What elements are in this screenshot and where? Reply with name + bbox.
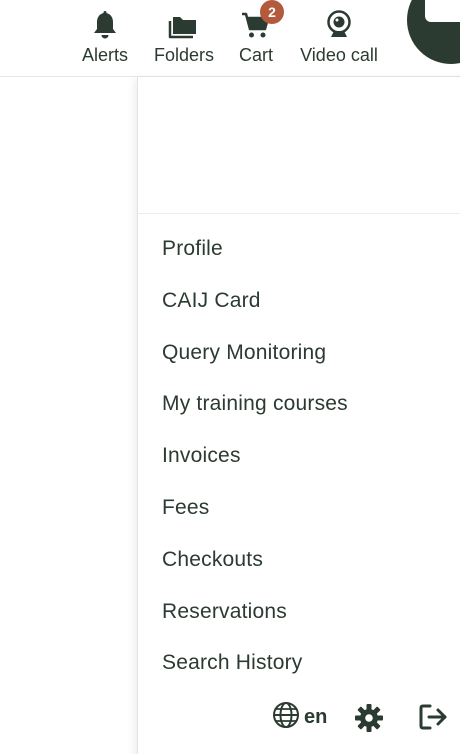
- dropdown-footer: en: [138, 695, 460, 735]
- nav-folders-label: Folders: [153, 45, 215, 65]
- gear-icon[interactable]: [354, 703, 384, 733]
- dropdown-header: [138, 77, 460, 214]
- top-header: Alerts Folders 2 Cart Video call: [0, 0, 460, 77]
- menu-item-checkouts[interactable]: Checkouts: [162, 532, 348, 584]
- nav-alerts[interactable]: Alerts: [80, 8, 130, 70]
- menu-item-reservations[interactable]: Reservations: [162, 584, 348, 636]
- menu-item-training-courses[interactable]: My training courses: [162, 376, 348, 428]
- nav-video-call-label: Video call: [300, 45, 378, 65]
- globe-icon: [272, 701, 300, 734]
- nav-alerts-label: Alerts: [81, 45, 128, 65]
- user-dropdown-menu: Profile CAIJ Card Query Monitoring My tr…: [137, 77, 460, 754]
- menu-item-fees[interactable]: Fees: [162, 480, 348, 532]
- language-code: en: [304, 705, 328, 728]
- avatar[interactable]: [407, 0, 460, 64]
- nav-video-call[interactable]: Video call: [296, 8, 382, 70]
- bell-icon: [89, 8, 121, 42]
- cart-count-badge: 2: [260, 0, 284, 24]
- avatar-highlight: [425, 0, 460, 22]
- logout-icon[interactable]: [418, 701, 450, 733]
- nav-folders[interactable]: Folders: [152, 8, 216, 70]
- webcam-icon: [323, 8, 355, 42]
- cart-icon: 2: [240, 0, 284, 42]
- folder-icon: [168, 8, 200, 42]
- menu-item-query-monitoring[interactable]: Query Monitoring: [162, 325, 348, 377]
- menu-item-profile[interactable]: Profile: [162, 221, 348, 273]
- language-switcher[interactable]: en: [272, 701, 328, 734]
- menu-item-invoices[interactable]: Invoices: [162, 428, 348, 480]
- nav-cart-label: Cart: [238, 45, 273, 65]
- menu-list: Profile CAIJ Card Query Monitoring My tr…: [162, 221, 348, 687]
- nav-cart[interactable]: 2 Cart: [236, 0, 284, 70]
- menu-item-search-history[interactable]: Search History: [162, 635, 348, 687]
- page: Alerts Folders 2 Cart Video call Profile…: [0, 0, 460, 754]
- menu-item-caij-card[interactable]: CAIJ Card: [162, 273, 348, 325]
